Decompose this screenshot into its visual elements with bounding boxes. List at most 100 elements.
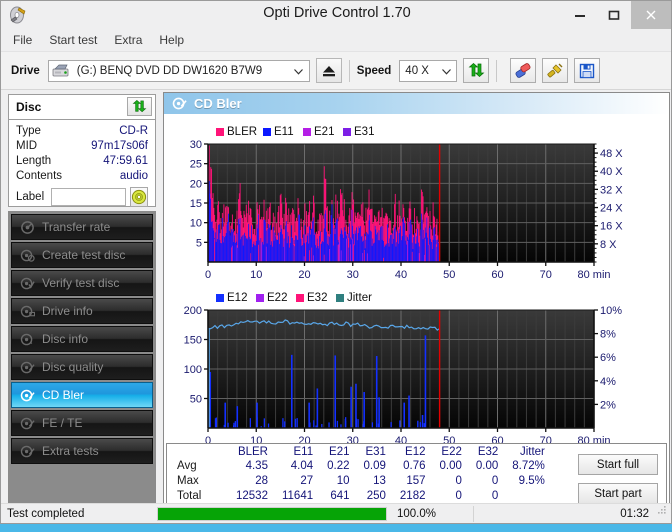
refresh-button[interactable] [463,58,490,83]
sidebar-item-disc-info[interactable]: i Disc info [11,326,153,352]
drive-value: (G:) BENQ DVD DD DW1620 B7W9 [76,64,263,77]
disc-refresh-button[interactable] [127,97,152,116]
sidebar-item-drive-info[interactable]: Drive info [11,298,153,324]
save-button[interactable] [574,58,601,83]
erase-button[interactable] [510,58,537,83]
svg-text:200: 200 [184,305,202,317]
speed-value: 40 X [405,64,429,77]
disc-label-cd-button[interactable] [129,187,148,207]
disc-mid-value: 97m17s06f [91,140,148,152]
resize-grip[interactable] [657,502,667,520]
sidebar-item-create-test-disc[interactable]: Create test disc [11,242,153,268]
svg-text:150: 150 [184,335,202,347]
stats-cell: 0 [491,475,499,487]
progress-percent: 100.0% [397,507,437,520]
chart-panel-header: CD Bler [164,93,669,114]
svg-text:20: 20 [298,269,310,281]
speed-select[interactable]: 40 X [399,59,458,82]
sidebar-label: FE / TE [42,416,83,430]
stats-cell: 250 [366,490,386,502]
menu-item-file[interactable]: File [13,29,32,52]
svg-text:60: 60 [491,269,503,281]
svg-text:100: 100 [184,364,202,376]
stats-col-e21: E21 [329,446,350,458]
nav-list: Transfer rate Create test disc Verify te… [8,211,156,523]
svg-text:40: 40 [395,269,407,281]
menu-item-help[interactable]: Help [159,29,184,52]
sidebar-item-disc-quality[interactable]: Disc quality [11,354,153,380]
charts-area: 5 10 15 20 25 30 0 10 20 30 40 50 60 70 80 min 8 X 16 X 2… [164,114,669,449]
svg-text:25: 25 [190,159,202,171]
sidebar-item-transfer-rate[interactable]: Transfer rate [11,214,153,240]
stats-col-e11: E11 [293,446,314,458]
stats-cell: 0.76 [403,460,426,472]
table-row: Total 12532 11641 641 250 2182 0 0 [173,489,552,504]
disc-type-key: Type [16,125,41,137]
sidebar-item-verify-test-disc[interactable]: Verify test disc [11,270,153,296]
svg-text:80 min: 80 min [577,269,610,281]
svg-text:10: 10 [190,218,202,230]
stats-cell: 28 [255,475,268,487]
svg-text:8 X: 8 X [600,239,617,251]
sidebar-label: Drive info [42,304,93,318]
drive-label: Drive [11,64,40,77]
svg-text:E11: E11 [274,126,294,138]
cd-bler-icon [170,96,188,112]
disc-header-label: Disc [16,100,42,114]
svg-text:8%: 8% [600,329,616,341]
table-row: Avg 4.35 4.04 0.22 0.09 0.76 0.00 0.00 8… [173,459,552,474]
stats-col-e32: E32 [477,446,499,458]
stats-row-label: Max [177,475,199,487]
stats-cell: 2182 [399,490,426,502]
table-row: Max 28 27 10 13 157 0 0 9.5% [173,474,552,489]
disc-contents-key: Contents [16,170,63,182]
verify-test-disc-icon [17,274,37,292]
svg-text:10: 10 [250,269,262,281]
sidebar-label: CD Bler [42,388,85,402]
fe-te-icon [17,414,37,432]
stats-cell [505,489,552,504]
sidebar-item-cd-bler[interactable]: CD Bler [11,382,153,408]
sidebar-label: Transfer rate [42,220,111,234]
sidebar-item-extra-tests[interactable]: Extra tests [11,438,153,464]
app-window: Opti Drive Control 1.70 File Start test … [0,0,672,524]
chart-panel: CD Bler 5 10 15 20 25 30 0 10 20 30 40 50 60 70 80 min… [163,92,670,521]
svg-text:10%: 10% [600,305,622,317]
maximize-button[interactable] [597,1,631,29]
svg-text:i: i [30,337,32,346]
close-button[interactable] [631,1,671,29]
stats-cell: 0 [455,490,462,502]
drive-select[interactable]: (G:) BENQ DVD DD DW1620 B7W9 [47,59,310,83]
disc-row: Type CD-R [16,124,148,139]
menu-item-extra[interactable]: Extra [114,29,142,52]
start-full-button[interactable]: Start full [578,454,658,475]
stats-col-e22: E22 [441,446,462,458]
elapsed-time: 01:32 [620,507,649,520]
eject-button[interactable] [315,58,342,83]
svg-text:E12: E12 [227,292,247,304]
svg-text:6%: 6% [600,352,616,364]
menu-item-start-test[interactable]: Start test [49,29,97,52]
drive-icon [52,64,69,78]
transfer-rate-icon [17,218,37,236]
chevron-down-icon [293,61,305,83]
disc-row: Length 47:59.61 [16,154,148,169]
minimize-button[interactable] [563,1,597,29]
sidebar-item-fe-te[interactable]: FE / TE [11,410,153,436]
stats-col-jitter: Jitter [519,446,545,458]
stats-row-label: Avg [177,460,197,472]
svg-text:24 X: 24 X [600,203,623,215]
toolbar: Drive (G:) BENQ DVD DD DW1620 B7W9 Speed… [1,52,671,90]
plug-button[interactable] [542,58,569,83]
sidebar-label: Disc info [42,332,89,346]
disc-label-key: Label [16,191,45,203]
svg-text:BLER: BLER [227,126,257,138]
menu-bar: File Start test Extra Help [1,29,671,52]
disc-label-input[interactable] [50,188,126,206]
svg-text:Jitter: Jitter [347,292,372,304]
start-part-button[interactable]: Start part [578,483,658,504]
stats-cell: 0.09 [363,460,386,472]
stats-col-e12: E12 [405,446,426,458]
disc-box-header: Disc [9,95,155,120]
stats-cell: 13 [373,475,386,487]
